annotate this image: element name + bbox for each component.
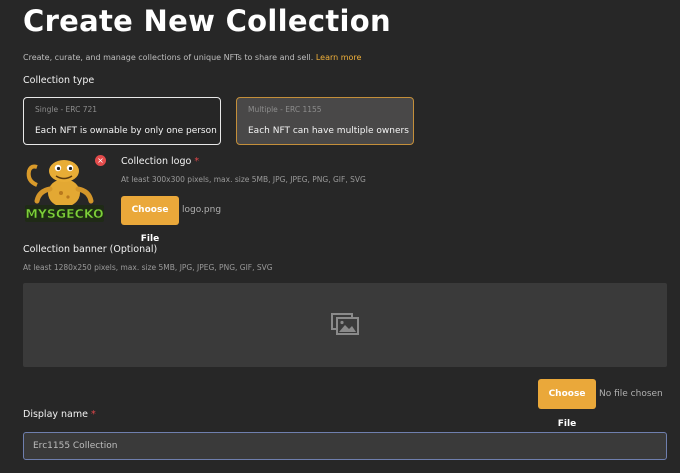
choose-logo-file-button[interactable]: Choose File bbox=[121, 196, 179, 244]
display-name-label: Display name * bbox=[23, 409, 96, 420]
required-mark: * bbox=[194, 156, 200, 167]
remove-logo-button[interactable]: × bbox=[95, 155, 106, 166]
collection-logo-label-text: Collection logo bbox=[121, 156, 192, 167]
page-subtitle: Create, curate, and manage collections o… bbox=[23, 53, 361, 62]
image-placeholder-icon bbox=[331, 313, 359, 335]
choose-banner-file-button[interactable]: Choose File bbox=[538, 379, 596, 429]
single-description: Each NFT is ownable by only one person bbox=[35, 126, 217, 136]
collection-type-multiple-card[interactable]: Multiple - ERC 1155 Each NFT can have mu… bbox=[236, 97, 414, 145]
display-name-label-text: Display name bbox=[23, 409, 88, 420]
collection-logo-label: Collection logo * bbox=[121, 156, 199, 167]
banner-hint: At least 1280x250 pixels, max. size 5MB,… bbox=[23, 263, 273, 272]
logo-preview-image: MYSGECKO bbox=[23, 155, 106, 225]
multiple-caption: Multiple - ERC 1155 bbox=[248, 105, 322, 114]
logo-brand-text: MYSGECKO bbox=[25, 206, 103, 221]
single-caption: Single - ERC 721 bbox=[35, 105, 98, 114]
banner-dropzone[interactable] bbox=[23, 283, 667, 367]
collection-banner-label: Collection banner (Optional) bbox=[23, 244, 158, 255]
page-title: Create New Collection bbox=[23, 4, 391, 38]
gecko-logo-icon: MYSGECKO bbox=[25, 160, 104, 222]
display-name-input[interactable]: Erc1155 Collection bbox=[23, 432, 667, 460]
banner-file-name: No file chosen bbox=[599, 389, 663, 399]
collection-type-label: Collection type bbox=[23, 75, 95, 86]
collection-type-single-card[interactable]: Single - ERC 721 Each NFT is ownable by … bbox=[23, 97, 221, 145]
multiple-description: Each NFT can have multiple owners bbox=[248, 126, 409, 136]
required-mark: * bbox=[91, 409, 96, 420]
logo-file-name: logo.png bbox=[182, 205, 222, 215]
subtitle-text: Create, curate, and manage collections o… bbox=[23, 53, 314, 62]
learn-more-link[interactable]: Learn more bbox=[316, 53, 362, 62]
logo-hint: At least 300x300 pixels, max. size 5MB, … bbox=[121, 175, 366, 184]
